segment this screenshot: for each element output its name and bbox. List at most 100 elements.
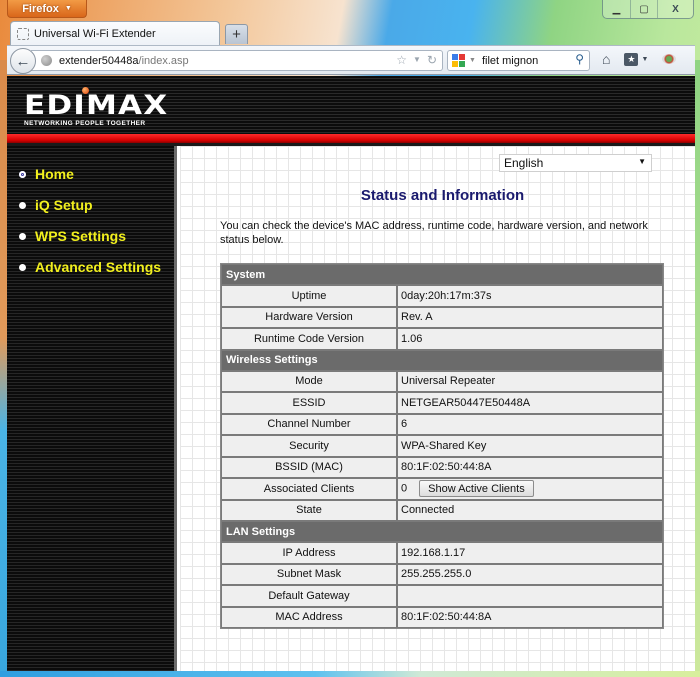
row-value: Connected: [397, 499, 663, 521]
row-value: 6: [397, 413, 663, 435]
show-active-clients-button[interactable]: Show Active Clients: [419, 480, 534, 498]
language-select[interactable]: English ▼: [499, 154, 652, 172]
row-value: Rev. A: [397, 306, 663, 328]
sidebar-item-label: iQ Setup: [35, 197, 93, 213]
header-red-bar: [7, 134, 695, 143]
edimax-header: EDIMAX NETWORKING PEOPLE TOGETHER: [7, 76, 695, 134]
page-favicon-icon: [17, 27, 29, 40]
search-engine-dropdown-icon[interactable]: ▼: [469, 57, 476, 64]
row-value: 1.06: [397, 328, 663, 350]
sidebar-item-label: WPS Settings: [35, 228, 127, 244]
chevron-down-icon: ▼: [64, 5, 72, 12]
main-content: English ▼ Status and Information You can…: [180, 146, 695, 671]
google-icon[interactable]: [452, 53, 466, 68]
sidebar-item-home[interactable]: Home: [19, 166, 74, 182]
minimize-button[interactable]: ▁: [603, 0, 630, 18]
row-label: State: [221, 499, 397, 521]
bookmarks-button[interactable]: ★ ▼: [624, 52, 648, 66]
row-value: 255.255.255.0: [397, 563, 663, 585]
row-label: ESSID: [221, 392, 397, 414]
dropdown-icon[interactable]: ▼: [413, 53, 421, 67]
status-table: System Uptime 0day:20h:17m:37s Hardware V…: [220, 263, 664, 629]
section-header-system: System: [221, 264, 663, 285]
sidebar-item-wps-settings[interactable]: WPS Settings: [19, 228, 126, 244]
section-header-lan: LAN Settings: [221, 521, 663, 542]
row-label: MAC Address: [221, 606, 397, 628]
sidebar-item-label: Home: [35, 166, 74, 182]
row-value: [397, 585, 663, 607]
firefox-menu-label: Firefox: [22, 2, 59, 15]
maximize-button[interactable]: ▢: [630, 0, 657, 18]
sidebar-item-label: Advanced Settings: [35, 259, 162, 275]
row-value: 80:1F:02:50:44:8A: [397, 456, 663, 478]
back-button[interactable]: ←: [10, 48, 36, 74]
home-icon[interactable]: ⌂: [602, 51, 610, 67]
row-value: NETGEAR50447E50448A: [397, 392, 663, 414]
row-label: Default Gateway: [221, 585, 397, 607]
table-row: Runtime Code Version 1.06: [221, 328, 663, 350]
addon-eye-icon[interactable]: [662, 54, 677, 64]
navigation-toolbar: extender50448a/index.asp ☆ ▼ ↻ ← ▼ filet…: [7, 45, 695, 75]
window-frame-left: [0, 60, 7, 677]
associated-clients-count: 0: [401, 482, 408, 495]
reload-icon[interactable]: ↻: [427, 53, 437, 67]
row-label: IP Address: [221, 542, 397, 564]
section-header-wireless: Wireless Settings: [221, 349, 663, 371]
row-value: 80:1F:02:50:44:8A: [397, 606, 663, 628]
row-label: Uptime: [221, 285, 397, 307]
bullet-icon: [19, 232, 26, 240]
logo-dot-icon: [82, 87, 89, 94]
table-row: MAC Address 80:1F:02:50:44:8A: [221, 606, 663, 628]
table-row: Mode Universal Repeater: [221, 370, 663, 392]
row-value: Universal Repeater: [397, 370, 663, 392]
close-button[interactable]: X: [657, 0, 693, 18]
row-label: Security: [221, 435, 397, 457]
bullet-icon: [19, 263, 26, 271]
firefox-menu-button[interactable]: Firefox ▼: [7, 0, 87, 18]
row-label: Associated Clients: [221, 478, 397, 500]
window-frame-right: [695, 60, 700, 677]
web-page: EDIMAX NETWORKING PEOPLE TOGETHER Home i…: [7, 76, 695, 671]
tab-title: Universal Wi-Fi Extender: [34, 27, 156, 40]
edimax-logo: EDIMAX NETWORKING PEOPLE TOGETHER: [24, 87, 167, 127]
table-row: Uptime 0day:20h:17m:37s: [221, 285, 663, 307]
row-label: Hardware Version: [221, 306, 397, 328]
table-row: IP Address 192.168.1.17: [221, 542, 663, 564]
language-value: English: [504, 156, 544, 170]
page-description: You can check the device's MAC address, …: [220, 220, 648, 246]
row-label: Runtime Code Version: [221, 328, 397, 350]
tab-universal-wifi-extender[interactable]: Universal Wi-Fi Extender: [10, 21, 220, 45]
brand-tagline: NETWORKING PEOPLE TOGETHER: [24, 120, 146, 127]
section-title: System: [221, 264, 663, 285]
bookmarks-icon: ★: [624, 52, 639, 66]
bullet-active-icon: [19, 170, 26, 178]
row-label: Mode: [221, 370, 397, 392]
url-path: /index.asp: [138, 54, 189, 67]
brand-name: EDIMAX: [24, 90, 169, 121]
page-title: Status and Information: [360, 187, 525, 204]
sidebar-item-advanced-settings[interactable]: Advanced Settings: [19, 259, 161, 275]
section-title: Wireless Settings: [221, 349, 663, 371]
site-identity-icon[interactable]: [41, 55, 52, 66]
row-label: Subnet Mask: [221, 563, 397, 585]
window-controls: ▁ ▢ X: [602, 0, 694, 19]
search-input[interactable]: ▼ filet mignon ⚲: [447, 50, 590, 71]
row-value: 192.168.1.17: [397, 542, 663, 564]
table-row: Subnet Mask 255.255.255.0: [221, 563, 663, 585]
section-title: LAN Settings: [221, 521, 663, 542]
row-value: 0day:20h:17m:37s: [397, 285, 663, 307]
bookmark-star-icon[interactable]: ☆: [396, 53, 407, 67]
row-value: WPA-Shared Key: [397, 435, 663, 457]
search-icon[interactable]: ⚲: [575, 52, 584, 66]
url-host: extender50448a: [59, 54, 139, 67]
url-bar[interactable]: extender50448a/index.asp ☆ ▼ ↻: [31, 50, 443, 71]
row-value-cell: 0 Show Active Clients: [397, 478, 663, 500]
table-row: Security WPA-Shared Key: [221, 435, 663, 457]
table-row: ESSID NETGEAR50447E50448A: [221, 392, 663, 414]
window-frame-bottom: [0, 671, 700, 677]
row-label: Channel Number: [221, 413, 397, 435]
table-row: Associated Clients 0 Show Active Clients: [221, 478, 663, 500]
new-tab-button[interactable]: +: [225, 24, 248, 44]
sidebar-item-iq-setup[interactable]: iQ Setup: [19, 197, 93, 213]
sidebar: Home iQ Setup WPS Settings Advanced Sett…: [7, 146, 177, 671]
